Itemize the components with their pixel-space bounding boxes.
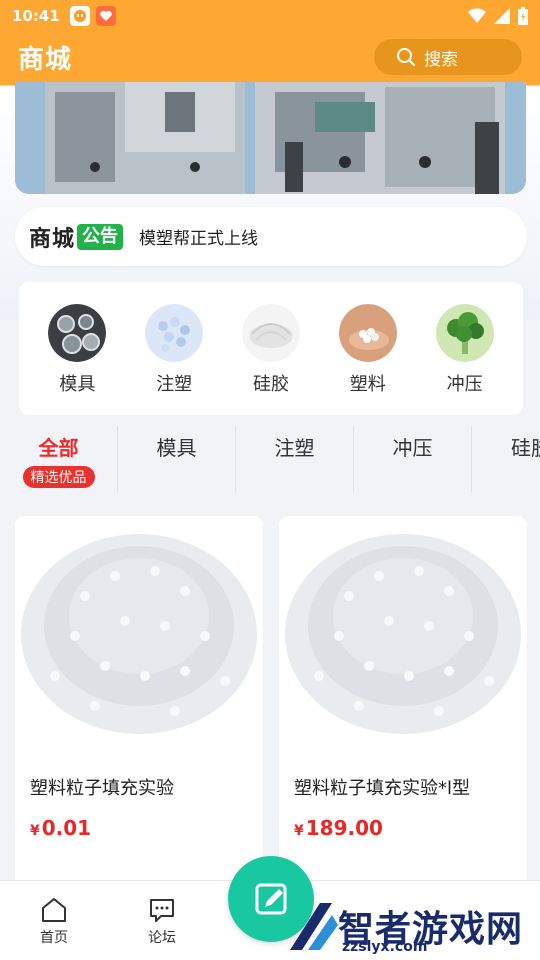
tab-label: 硅胶	[511, 436, 540, 460]
category-label: 塑料	[349, 374, 386, 395]
category-item-injection[interactable]: 注塑	[134, 304, 214, 415]
plastic-hand-icon	[338, 304, 397, 362]
search-button[interactable]: 搜索	[374, 39, 522, 75]
category-tabs: 全部 精选优品 模具 注塑 冲压 硅胶	[0, 426, 540, 494]
category-label: 冲压	[446, 374, 483, 395]
product-name: 塑料粒子填充实验*l型	[294, 778, 471, 799]
chat-icon	[150, 899, 174, 922]
watermark-logo	[290, 903, 338, 950]
category-label: 硅胶	[252, 374, 289, 395]
product-card[interactable]: 塑料粒子填充实验*l型 ¥189.00	[279, 516, 527, 896]
status-time: 10:41	[12, 7, 60, 25]
tab-badge: 精选优品	[22, 466, 95, 488]
mold-machine-image	[15, 82, 526, 194]
pellets-blue-icon	[145, 304, 204, 362]
notification-heart-icon	[95, 6, 116, 26]
wifi-icon	[468, 8, 486, 23]
battery-icon	[518, 7, 528, 25]
signal-icon	[494, 8, 510, 24]
tab-label: 注塑	[274, 436, 315, 460]
status-right	[468, 7, 528, 25]
tab-injection[interactable]: 注塑	[236, 426, 354, 492]
tab-all[interactable]: 全部 精选优品	[0, 426, 118, 492]
notification-app-icon	[69, 6, 90, 26]
search-label: 搜索	[424, 49, 458, 70]
notice-text: 模塑帮正式上线	[139, 229, 259, 249]
product-name: 塑料粒子填充实验	[30, 778, 174, 799]
product-image	[15, 516, 263, 754]
product-price: ¥189.00	[294, 816, 527, 840]
header: 商城 搜索	[0, 32, 540, 82]
price-value: 0.01	[41, 816, 92, 840]
currency-symbol: ¥	[30, 823, 40, 839]
category-item-plastic[interactable]: 塑料	[328, 304, 408, 415]
home-icon	[42, 898, 66, 922]
product-card[interactable]: 塑料粒子填充实验 ¥0.01	[15, 516, 263, 896]
silicone-icon	[241, 304, 300, 362]
product-price: ¥0.01	[30, 816, 263, 840]
category-item-silicone[interactable]: 硅胶	[231, 304, 311, 415]
category-grid: 模具 注塑 硅胶 塑料 冲压	[19, 282, 523, 415]
tab-label: 冲压	[392, 436, 433, 460]
nav-label: 首页	[40, 930, 68, 946]
tab-label: 全部	[38, 436, 79, 460]
tab-stamping[interactable]: 冲压	[354, 426, 472, 492]
tab-mold[interactable]: 模具	[118, 426, 236, 492]
category-label: 注塑	[156, 374, 193, 395]
nav-label: 论坛	[148, 930, 176, 946]
notice-bar[interactable]: 商城 公告 模塑帮正式上线	[15, 207, 527, 266]
category-item-stamping[interactable]: 冲压	[425, 304, 505, 415]
category-item-mold[interactable]: 模具	[37, 304, 117, 415]
nav-forum[interactable]: 论坛	[108, 881, 216, 960]
tab-silicone[interactable]: 硅胶	[472, 426, 540, 492]
broccoli-icon	[435, 304, 494, 362]
watermark-url: zzslyx.com	[342, 939, 428, 955]
watermark: 智者游戏网 zzslyx.com	[280, 895, 538, 957]
product-image	[279, 516, 527, 754]
notice-brand: 商城	[29, 226, 76, 252]
search-icon	[397, 48, 415, 66]
nav-home[interactable]: 首页	[0, 881, 108, 960]
status-bar: 10:41	[0, 0, 540, 32]
tab-label: 模具	[156, 436, 197, 460]
category-label: 模具	[59, 374, 96, 395]
banner-image[interactable]	[15, 82, 526, 194]
page-title: 商城	[18, 44, 73, 75]
mold-pipes-icon	[48, 304, 107, 362]
currency-symbol: ¥	[294, 823, 304, 839]
price-value: 189.00	[305, 816, 383, 840]
notice-tag: 公告	[77, 223, 124, 250]
